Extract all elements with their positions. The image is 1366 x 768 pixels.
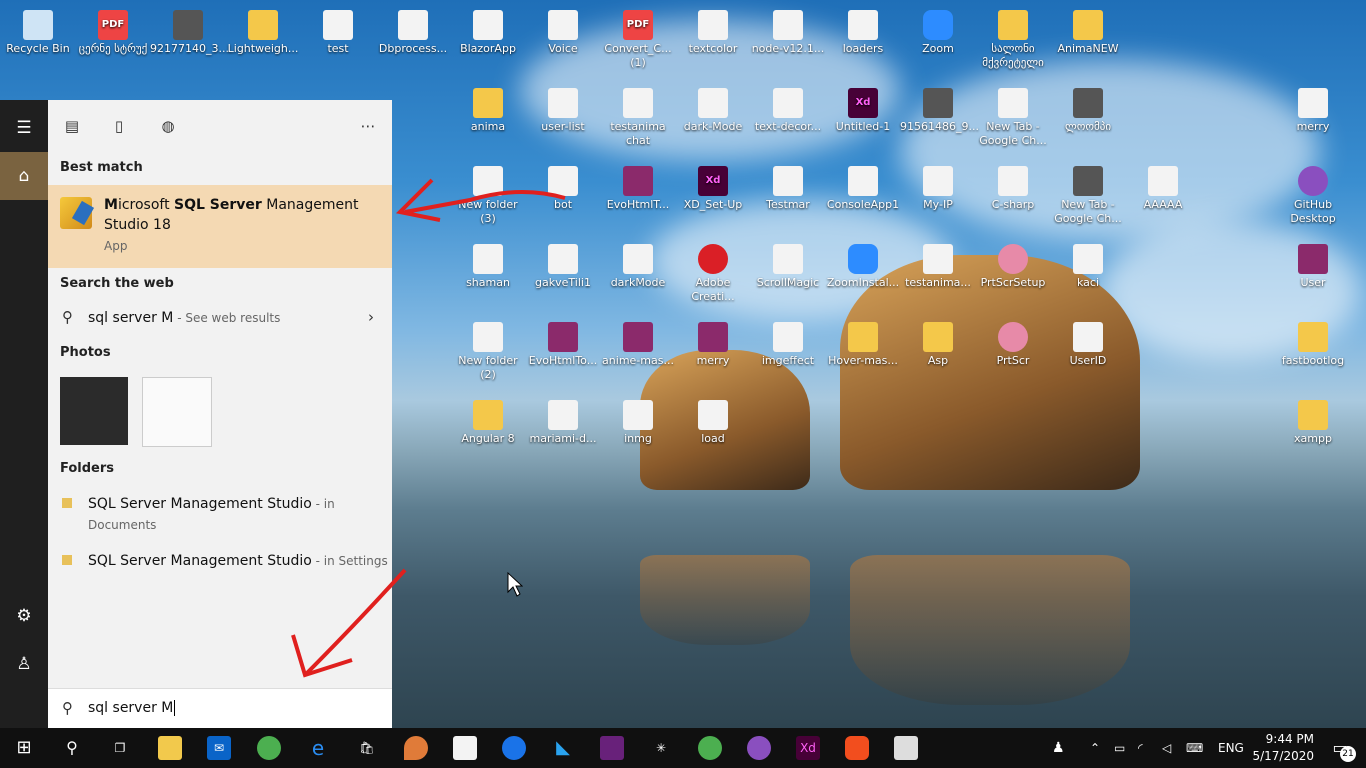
- clock-date: 5/17/2020: [1252, 749, 1314, 763]
- search-icon[interactable]: ⚲: [60, 736, 84, 760]
- windows-start-icon[interactable]: ⊞: [12, 736, 36, 760]
- file-explorer-icon[interactable]: [158, 736, 182, 760]
- adobe-xd-icon[interactable]: Xd: [796, 736, 820, 760]
- volume-icon[interactable]: ◁: [1162, 728, 1171, 768]
- visual-studio-icon[interactable]: [600, 736, 624, 760]
- mail-icon[interactable]: ✉: [207, 736, 231, 760]
- maps-icon[interactable]: [502, 736, 526, 760]
- notepad-icon[interactable]: [453, 736, 477, 760]
- taskbar: ⊞ ⚲ ❐ ✉ e 🛍 ◣ ✳ Xd ♟ ⌃ ▭ ◜ ◁ ⌨ ENG 9:44 …: [0, 728, 1366, 768]
- vscode-icon[interactable]: ◣: [551, 736, 575, 760]
- snipping-tool-icon[interactable]: [894, 736, 918, 760]
- task-view-icon[interactable]: ❐: [108, 736, 132, 760]
- figma-icon[interactable]: [845, 736, 869, 760]
- battery-icon[interactable]: ▭: [1114, 728, 1125, 768]
- paint-icon[interactable]: [404, 736, 428, 760]
- store-icon[interactable]: 🛍: [355, 736, 379, 760]
- clock-time: 9:44 PM: [1265, 732, 1314, 746]
- annotation-arrows: [291, 178, 566, 678]
- people-icon[interactable]: ♟: [1052, 728, 1065, 768]
- edge-icon[interactable]: e: [306, 736, 330, 760]
- clock[interactable]: 9:44 PM 5/17/2020: [1252, 731, 1314, 765]
- mouse-cursor-icon: [507, 572, 523, 597]
- github-desktop-icon[interactable]: [747, 736, 771, 760]
- chevron-up-icon[interactable]: ⌃: [1090, 728, 1100, 768]
- language-indicator[interactable]: ENG: [1218, 728, 1244, 768]
- chrome-icon-2[interactable]: [698, 736, 722, 760]
- chrome-icon[interactable]: [257, 736, 281, 760]
- keyboard-icon[interactable]: ⌨: [1186, 728, 1203, 768]
- slack-icon[interactable]: ✳: [649, 736, 673, 760]
- notification-count-badge: 21: [1340, 746, 1356, 762]
- wifi-icon[interactable]: ◜: [1138, 728, 1143, 768]
